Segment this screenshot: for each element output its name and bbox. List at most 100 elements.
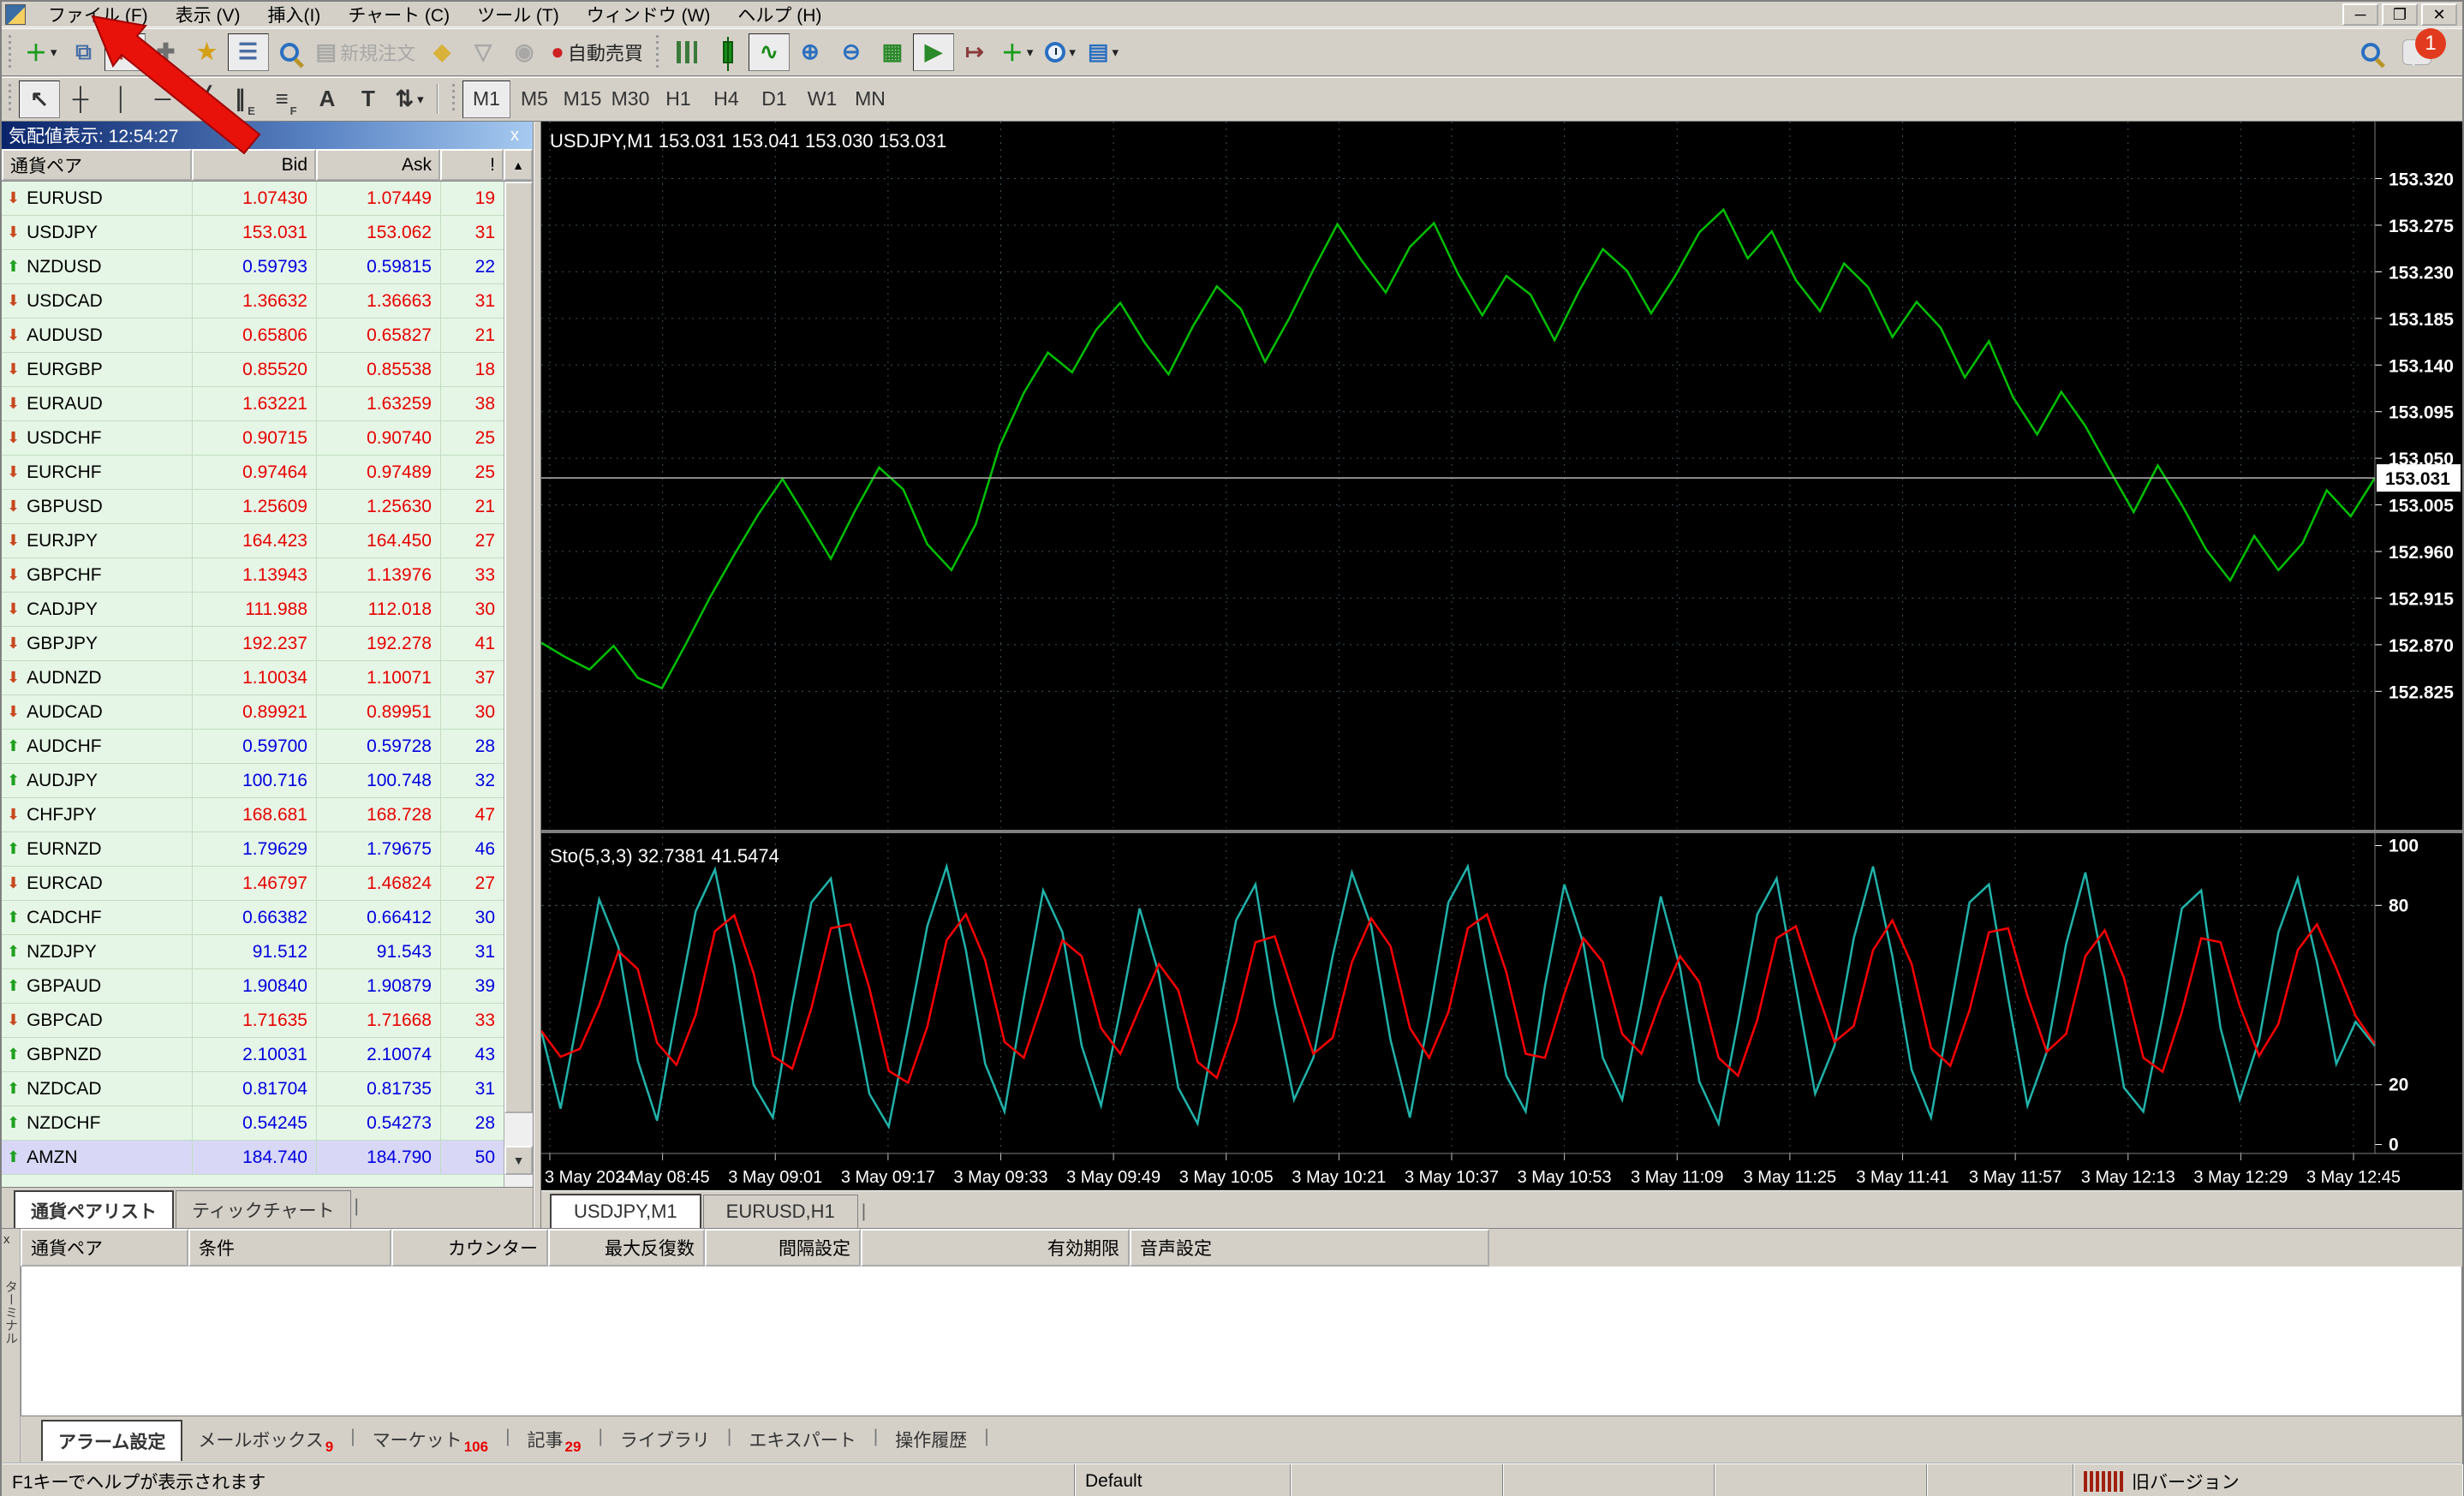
terminal-tab-0[interactable]: アラーム設定 — [41, 1420, 183, 1461]
market-watch-row[interactable]: ⬇ USDJPY 153.031 153.062 31 — [2, 216, 504, 250]
toolbar-grip[interactable] — [7, 83, 14, 115]
status-profile[interactable]: Default — [1075, 1464, 1291, 1496]
menu-item-1[interactable]: 表示 (V) — [162, 5, 254, 27]
text-button[interactable]: A — [307, 80, 348, 118]
market-watch-row[interactable]: ⬇ EURCHF 0.97464 0.97489 25 — [2, 456, 504, 490]
timeframe-d1[interactable]: D1 — [750, 80, 798, 118]
market-watch-row[interactable]: ⬇ GBPCAD 1.71635 1.71668 33 — [2, 1004, 504, 1038]
chart-tab-1[interactable]: EURUSD,H1 — [702, 1195, 858, 1228]
terminal-tab-4[interactable]: ライブラリ — [605, 1420, 725, 1459]
auto-trading-button[interactable]: ● 自動売買 — [545, 33, 649, 71]
terminal-column-header-3[interactable]: 最大反復数 — [548, 1229, 705, 1267]
terminal-tab-1[interactable]: メールボックス 9 — [182, 1420, 349, 1459]
strategy-tester-button[interactable] — [269, 33, 310, 71]
terminal-button[interactable]: ☰ — [227, 33, 269, 71]
terminal-tab-3[interactable]: 記事 29 — [512, 1420, 597, 1459]
timeframe-m1[interactable]: M1 — [462, 80, 510, 118]
market-watch-row[interactable]: ⬆ NZDJPY 91.512 91.543 31 — [2, 935, 504, 969]
auto-scroll-button[interactable]: ▶ — [912, 33, 954, 71]
scrollbar-down-icon[interactable]: ▼ — [504, 1146, 533, 1175]
toolbar-grip[interactable] — [450, 83, 457, 115]
toolbar-grip[interactable] — [653, 35, 661, 69]
market-watch-row[interactable]: ⬇ USDCHF 0.90715 0.90740 25 — [2, 421, 504, 456]
terminal-column-header-2[interactable]: カウンター — [391, 1229, 548, 1267]
chart-tab-0[interactable]: USDJPY,M1 — [550, 1194, 701, 1228]
terminal-column-header-5[interactable]: 有効期限 — [861, 1229, 1130, 1267]
zoom-out-button[interactable]: ⊖ — [831, 33, 872, 71]
market-watch-row[interactable]: ⬇ EURJPY 164.423 164.450 27 — [2, 524, 504, 558]
timeframe-m5[interactable]: M5 — [510, 80, 558, 118]
terminal-column-header-0[interactable]: 通貨ペア — [21, 1229, 188, 1267]
periods-button[interactable]: ▾ — [1039, 33, 1082, 71]
market-watch-tab-1[interactable]: ティックチャート — [176, 1190, 351, 1229]
market-watch-row[interactable]: ⬇ GBPJPY 192.237 192.278 41 — [2, 627, 504, 661]
mw-column-header-2[interactable]: Ask — [316, 149, 440, 181]
signals-button[interactable]: ◉ — [504, 33, 545, 71]
timeframe-mn[interactable]: MN — [846, 80, 894, 118]
indicators-dropdown-icon[interactable]: ▾ — [1027, 45, 1034, 60]
line-chart-button[interactable]: ∿ — [748, 33, 790, 71]
periods-dropdown-icon[interactable]: ▾ — [1069, 45, 1076, 60]
terminal-tab-6[interactable]: 操作履歴 — [880, 1420, 982, 1459]
menu-item-2[interactable]: 挿入(I) — [254, 5, 334, 27]
templates-button[interactable]: ▤ ▾ — [1082, 33, 1125, 71]
scrollbar-up-icon[interactable]: ▲ — [504, 149, 533, 181]
timeframe-m15[interactable]: M15 — [558, 80, 606, 118]
market-watch-row[interactable]: ⬇ EURUSD 1.07430 1.07449 19 — [2, 182, 504, 216]
market-watch-tab-0[interactable]: 通貨ペアリスト — [14, 1190, 174, 1230]
window-divider[interactable] — [541, 830, 2462, 833]
zoom-in-button[interactable]: ⊕ — [790, 33, 831, 71]
new-chart-dropdown-icon[interactable]: ▾ — [51, 45, 57, 60]
market-watch-row[interactable]: ⬇ AUDCAD 0.89921 0.89951 30 — [2, 695, 504, 730]
market-watch-row[interactable]: ⬆ GBPAUD 1.90840 1.90879 39 — [2, 969, 504, 1004]
panel-splitter[interactable] — [534, 122, 541, 1228]
price-chart[interactable]: 3 May 20243 May 08:45 3 May 09:01 3 May 09… — [541, 122, 2462, 1190]
indicators-button[interactable]: ＋ ▾ — [995, 33, 1040, 71]
bar-chart-button[interactable] — [666, 33, 707, 71]
horizontal-line-button[interactable]: ─ — [142, 80, 183, 118]
market-watch-row[interactable]: ⬆ AUDCHF 0.59700 0.59728 28 — [2, 730, 504, 764]
market-watch-row[interactable]: ⬆ GBPNZD 2.10031 2.10074 43 — [2, 1038, 504, 1072]
market-watch-row[interactable]: ⬆ EURNZD 1.79629 1.79675 46 — [2, 832, 504, 867]
data-window-button[interactable]: ✚ — [146, 33, 187, 71]
market-watch-row[interactable]: ⬇ EURCAD 1.46797 1.46824 27 — [2, 867, 504, 901]
market-watch-close-icon[interactable]: x — [504, 126, 526, 146]
terminal-column-header-1[interactable]: 条件 — [188, 1229, 391, 1267]
market-watch-row[interactable]: ⬇ CHFJPY 168.681 168.728 47 — [2, 798, 504, 832]
mw-column-header-1[interactable]: Bid — [192, 149, 316, 181]
market-watch-row[interactable]: ⬆ NZDUSD 0.59793 0.59815 22 — [2, 250, 504, 284]
menu-item-5[interactable]: ウィンドウ (W) — [573, 5, 725, 27]
menu-item-4[interactable]: ツール (T) — [463, 5, 573, 27]
mw-column-header-0[interactable]: 通貨ペア — [2, 149, 192, 181]
market-watch-row[interactable]: ⬇ AUDUSD 0.65806 0.65827 21 — [2, 319, 504, 353]
terminal-tab-2[interactable]: マーケット 106 — [357, 1420, 504, 1459]
market-watch-row[interactable]: ⬇ GBPUSD 1.25609 1.25630 21 — [2, 490, 504, 524]
navigator-button[interactable]: ★ — [187, 33, 228, 71]
search-icon[interactable] — [2361, 42, 2380, 62]
menu-item-0[interactable]: ファイル (F) — [34, 5, 162, 27]
metaeditor-button[interactable]: ◆ — [421, 33, 462, 71]
templates-dropdown-icon[interactable]: ▾ — [1113, 45, 1119, 60]
menu-item-6[interactable]: ヘルプ (H) — [724, 5, 835, 27]
chat-icon[interactable]: 1 — [2402, 27, 2446, 66]
menu-item-3[interactable]: チャート (C) — [334, 5, 463, 27]
candlestick-chart-button[interactable] — [707, 33, 749, 71]
timeframe-h4[interactable]: H4 — [702, 80, 750, 118]
chart-shift-button[interactable]: ↦ — [954, 33, 995, 71]
vertical-line-button[interactable]: │ — [101, 80, 142, 118]
tile-windows-button[interactable]: ▦ — [872, 33, 913, 71]
cursor-button[interactable]: ↖ — [19, 80, 60, 118]
market-watch-scrollbar[interactable]: ▼ — [504, 182, 533, 1187]
terminal-close-icon[interactable]: x — [3, 1232, 10, 1247]
market-watch-row[interactable]: ⬇ USDCAD 1.36632 1.36663 31 — [2, 284, 504, 319]
market-watch-row[interactable]: ⬇ CADJPY 111.988 112.018 30 — [2, 593, 504, 627]
lab-button[interactable]: ▽ — [462, 33, 504, 71]
market-watch-row[interactable]: ⬇ EURAUD 1.63221 1.63259 38 — [2, 387, 504, 421]
market-watch-row[interactable]: ⬇ GBPCHF 1.13943 1.13976 33 — [2, 558, 504, 593]
market-watch-row[interactable]: ⬆ AUDJPY 100.716 100.748 32 — [2, 764, 504, 798]
restore-button[interactable]: ❐ — [2382, 3, 2418, 26]
market-watch-row[interactable]: ⬆ CADCHF 0.66382 0.66412 30 — [2, 901, 504, 935]
market-watch-button[interactable]: ⇅ — [104, 33, 146, 71]
market-watch-row[interactable]: ⬆ NZDCAD 0.81704 0.81735 31 — [2, 1072, 504, 1106]
scrollbar-thumb[interactable] — [504, 182, 533, 1113]
